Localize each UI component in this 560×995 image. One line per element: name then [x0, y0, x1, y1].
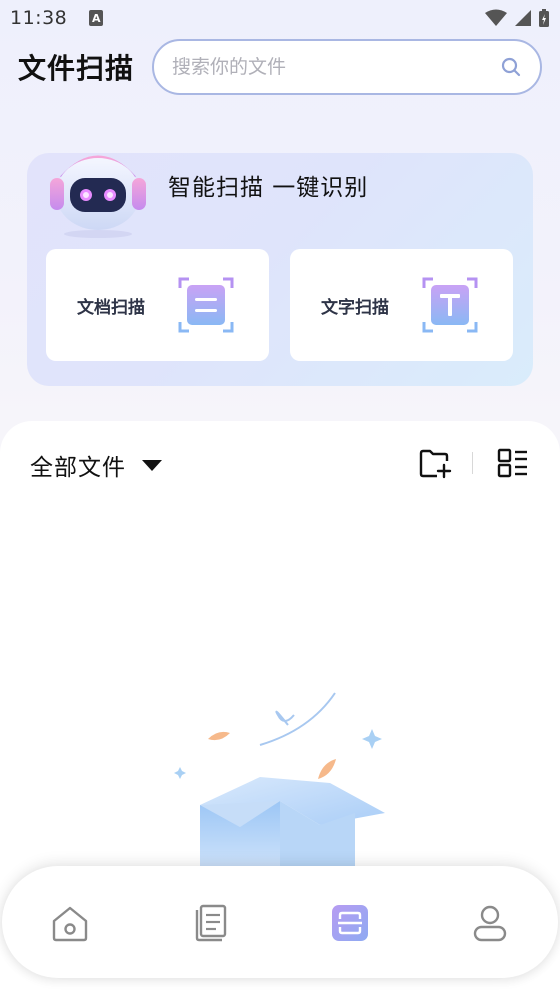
file-filter-dropdown[interactable]: 全部文件: [30, 448, 162, 482]
battery-charging-icon: [539, 9, 549, 27]
file-filter-label: 全部文件: [30, 455, 126, 481]
wifi-icon: [485, 9, 507, 26]
nav-scan[interactable]: [328, 901, 372, 945]
empty-box-illustration: [174, 692, 385, 870]
caret-down-icon: [142, 459, 162, 471]
nav-profile[interactable]: [468, 901, 512, 945]
documents-icon: [195, 904, 227, 942]
scan-icon: [332, 905, 368, 941]
scan-slogan: 智能扫描 一键识别: [168, 175, 369, 201]
status-time: 11:38: [10, 7, 68, 29]
nav-documents[interactable]: [187, 901, 231, 945]
text-scan-icon: [422, 277, 478, 333]
list-view-icon[interactable]: [497, 447, 529, 479]
robot-mascot-icon: [50, 155, 146, 238]
search-icon[interactable]: [500, 56, 522, 78]
toolbar-divider: [472, 452, 473, 474]
text-scan-button[interactable]: 文字扫描: [290, 249, 513, 361]
signal-icon: [515, 10, 531, 26]
notification-icon: A: [89, 10, 104, 26]
profile-icon: [473, 905, 507, 942]
home-icon: [52, 906, 88, 942]
document-scan-icon: [178, 277, 234, 333]
bottom-nav: [2, 866, 558, 978]
document-scan-label: 文档扫描: [77, 297, 145, 318]
app-title: 文件扫描: [18, 52, 135, 85]
search-input[interactable]: [172, 56, 500, 78]
add-folder-icon[interactable]: [418, 446, 452, 480]
text-scan-label: 文字扫描: [321, 297, 389, 318]
search-bar[interactable]: [152, 39, 542, 95]
app-header: 文件扫描: [18, 38, 542, 96]
nav-home[interactable]: [48, 901, 92, 945]
document-scan-button[interactable]: 文档扫描: [46, 249, 269, 361]
status-bar: 11:38 A: [0, 0, 560, 36]
